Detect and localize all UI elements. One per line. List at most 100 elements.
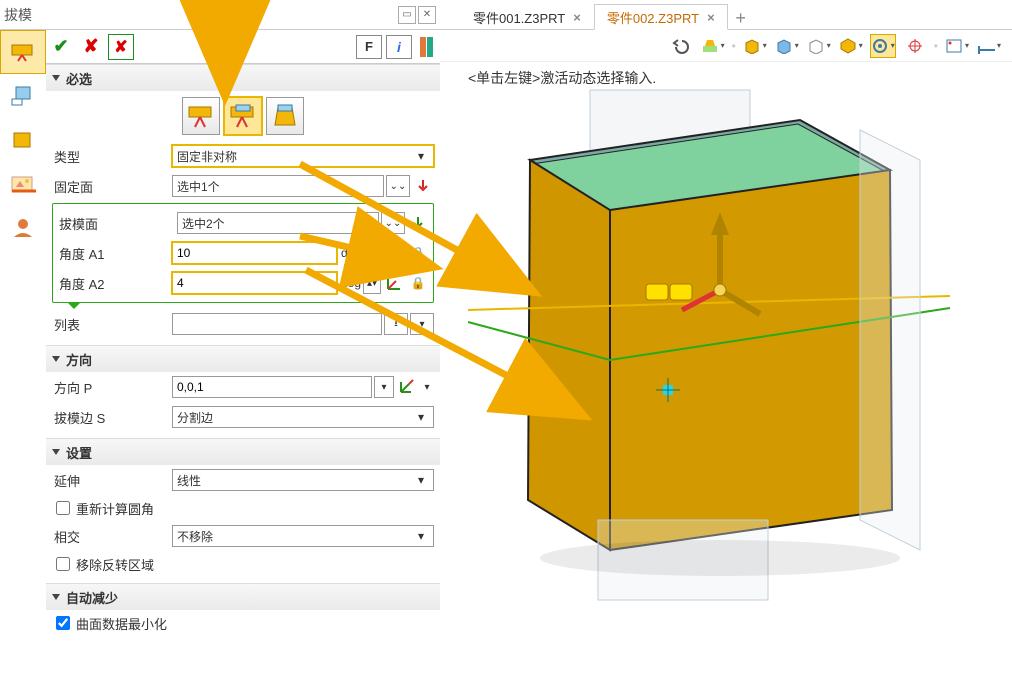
angle-a2-input[interactable] bbox=[172, 272, 337, 294]
intersect-row: 相交 不移除 ▾ bbox=[52, 521, 434, 551]
angle-a1-unit: deg bbox=[341, 246, 361, 260]
angle-a2-label: 角度 A2 bbox=[57, 274, 168, 293]
extend-combo[interactable]: 线性 ▾ bbox=[172, 469, 434, 491]
draft-edge-value: 分割边 bbox=[177, 409, 213, 426]
dropdown-button[interactable]: ▾ bbox=[374, 376, 394, 398]
angle-a1-label: 角度 A1 bbox=[57, 244, 168, 263]
minimize-checkbox[interactable] bbox=[56, 616, 70, 630]
draft-face-row: 拔模面 选中2个 ⌄⌄ bbox=[57, 208, 429, 238]
hex-icon[interactable]: ▾ bbox=[838, 34, 864, 58]
close-icon[interactable]: × bbox=[707, 10, 715, 25]
lock-icon[interactable]: 🔒 bbox=[407, 242, 429, 264]
autoreduce-title: 自动减少 bbox=[66, 588, 118, 607]
apply-cancel-button[interactable]: ✘ bbox=[108, 34, 134, 60]
mode-btn-3[interactable] bbox=[266, 97, 304, 135]
mode-btn-2-active[interactable] bbox=[224, 97, 262, 135]
dropdown-small-icon[interactable]: ▾ bbox=[420, 376, 434, 398]
mode-btn-1[interactable] bbox=[182, 97, 220, 135]
formula-button[interactable]: F bbox=[356, 35, 382, 59]
down-arrow-red-icon[interactable] bbox=[412, 175, 434, 197]
settings-form: 延伸 线性 ▾ 重新计算圆角 相交 不 bbox=[46, 465, 440, 583]
3d-model-svg bbox=[450, 60, 1010, 660]
draft-face-combo[interactable]: 选中2个 bbox=[177, 212, 379, 234]
box-wire-icon[interactable]: ▾ bbox=[806, 34, 832, 58]
down-arrow-green-icon[interactable] bbox=[383, 242, 405, 264]
box-orange-icon[interactable]: ▾ bbox=[742, 34, 768, 58]
lock-icon[interactable]: 🔒 bbox=[407, 272, 429, 294]
expand-button[interactable]: ⌄⌄ bbox=[381, 212, 405, 234]
sidebar-box-icon[interactable] bbox=[0, 118, 46, 162]
mode-row bbox=[46, 91, 440, 141]
settings-section: 设置 延伸 线性 ▾ 重新计算圆角 相交 bbox=[46, 438, 440, 583]
separator: • bbox=[732, 39, 736, 53]
direction-p-input[interactable] bbox=[172, 376, 372, 398]
recalc-fillet-row: 重新计算圆角 bbox=[52, 495, 434, 521]
panel-body: ✔ ✘ ✘ F i 必选 bbox=[46, 30, 440, 678]
3d-viewport[interactable] bbox=[450, 60, 1012, 678]
list-download-icon[interactable]: ⭳ bbox=[384, 313, 408, 335]
sidebar-user-icon[interactable] bbox=[0, 206, 46, 250]
panel-title-text: 拔模 bbox=[4, 5, 32, 25]
draft-edge-combo[interactable]: 分割边 ▾ bbox=[172, 406, 434, 428]
sidebar-image-icon[interactable] bbox=[0, 162, 46, 206]
panel-min-button[interactable]: ▭ bbox=[398, 6, 416, 24]
remove-invert-checkbox[interactable] bbox=[56, 557, 70, 571]
autoreduce-section: 自动减少 曲面数据最小化 bbox=[46, 583, 440, 642]
outer-sidebar bbox=[0, 30, 46, 678]
list-label: 列表 bbox=[52, 315, 168, 334]
angle-a2-row: 角度 A2 deg ▴▾ 🔒 bbox=[57, 268, 429, 298]
document-tabs: 零件001.Z3PRT × 零件002.Z3PRT × + bbox=[440, 0, 1012, 30]
type-row: 类型 固定非对称 ▾ bbox=[52, 141, 434, 171]
expand-button[interactable]: ⌄⌄ bbox=[386, 175, 410, 197]
list-dropdown-button[interactable]: ▾ bbox=[410, 313, 434, 335]
ok-button[interactable]: ✔ bbox=[48, 34, 74, 60]
autoreduce-form: 曲面数据最小化 bbox=[46, 610, 440, 642]
cancel-button[interactable]: ✘ bbox=[78, 34, 104, 60]
chevron-down-icon bbox=[52, 594, 60, 600]
highlight-icon[interactable]: ▾ bbox=[700, 34, 726, 58]
panel-close-button[interactable]: ✕ bbox=[418, 6, 436, 24]
mandatory-section: 必选 类型 固定非对称 bbox=[46, 64, 440, 345]
window-icon[interactable]: ▾ bbox=[944, 34, 970, 58]
mandatory-title: 必选 bbox=[66, 69, 92, 88]
fixed-face-combo[interactable]: 选中1个 bbox=[172, 175, 384, 197]
measure-icon[interactable]: ▾ bbox=[976, 34, 1002, 58]
intersect-combo[interactable]: 不移除 ▾ bbox=[172, 525, 434, 547]
sidebar-feature-icon[interactable] bbox=[0, 30, 46, 74]
circle-active-icon[interactable]: ▾ bbox=[870, 34, 896, 58]
fixed-face-row: 固定面 选中1个 ⌄⌄ bbox=[52, 171, 434, 201]
autoreduce-header[interactable]: 自动减少 bbox=[46, 584, 440, 610]
info-button[interactable]: i bbox=[386, 35, 412, 59]
tab-part-001[interactable]: 零件001.Z3PRT × bbox=[460, 4, 594, 30]
down-arrow-green-icon[interactable] bbox=[407, 212, 429, 234]
angle-a1-row: 角度 A1 deg ▴▾ 🔒 bbox=[57, 238, 429, 268]
list-row: 列表 ⭳ ▾ bbox=[52, 309, 434, 339]
box-blue-icon[interactable]: ▾ bbox=[774, 34, 800, 58]
recalc-fillet-checkbox[interactable] bbox=[56, 501, 70, 515]
angle-a1-input[interactable] bbox=[172, 242, 337, 264]
direction-header[interactable]: 方向 bbox=[46, 346, 440, 372]
mandatory-header[interactable]: 必选 bbox=[46, 65, 440, 91]
mandatory-form: 类型 固定非对称 ▾ 固定面 选中1个 ⌄⌄ bbox=[46, 141, 440, 345]
help-book-icon[interactable] bbox=[416, 35, 438, 59]
axis-picker-icon[interactable] bbox=[396, 376, 418, 398]
intersect-label: 相交 bbox=[52, 527, 168, 546]
type-combo[interactable]: 固定非对称 ▾ bbox=[172, 145, 434, 167]
spinner-button[interactable]: ▴▾ bbox=[363, 242, 381, 264]
sidebar-sketch-icon[interactable] bbox=[0, 74, 46, 118]
new-tab-button[interactable]: + bbox=[728, 8, 754, 29]
target-icon[interactable] bbox=[902, 34, 928, 58]
list-input[interactable] bbox=[172, 313, 382, 335]
spinner-button[interactable]: ▴▾ bbox=[363, 272, 381, 294]
panel-title-bar: 拔模 ▭ ✕ bbox=[0, 0, 440, 30]
close-icon[interactable]: × bbox=[573, 10, 581, 25]
extend-value: 线性 bbox=[177, 472, 201, 489]
fixed-face-label: 固定面 bbox=[52, 177, 168, 196]
tab-part-002[interactable]: 零件002.Z3PRT × bbox=[594, 4, 728, 30]
settings-header[interactable]: 设置 bbox=[46, 439, 440, 465]
undo-icon[interactable] bbox=[668, 34, 694, 58]
right-area: 零件001.Z3PRT × 零件002.Z3PRT × + ▾ • ▾ ▾ ▾ … bbox=[440, 0, 1012, 678]
view-toolbar: ▾ • ▾ ▾ ▾ ▾ ▾ • ▾ ▾ bbox=[440, 30, 1012, 62]
axis-icon[interactable] bbox=[383, 272, 405, 294]
recalc-fillet-label: 重新计算圆角 bbox=[76, 499, 154, 518]
